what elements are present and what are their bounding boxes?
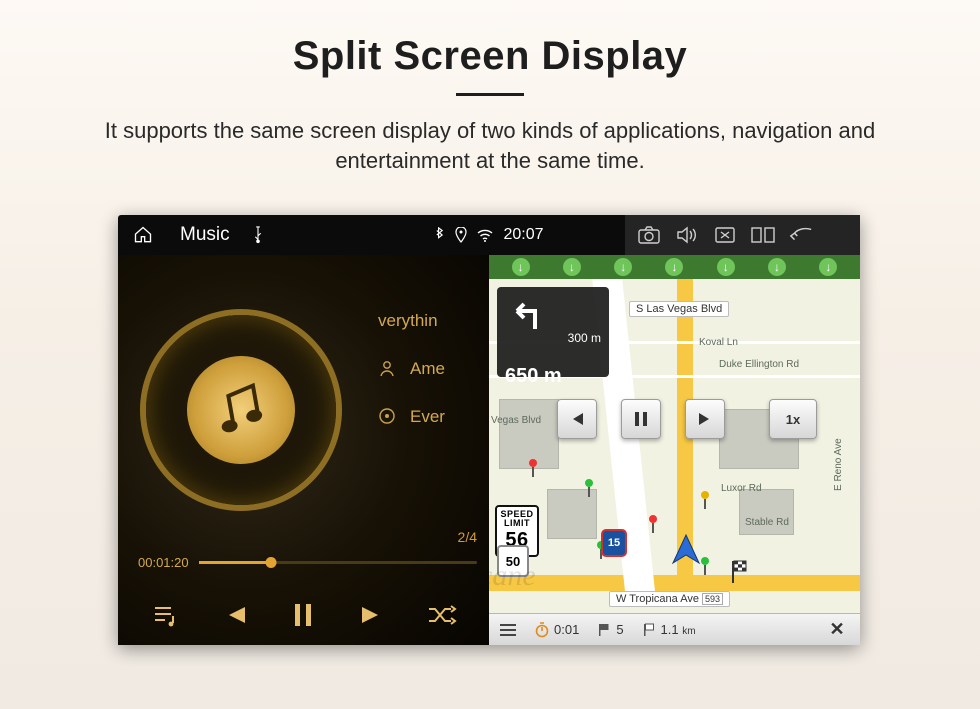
turn-left-icon (505, 293, 547, 333)
street-label: Vegas Blvd (491, 415, 541, 426)
bluetooth-icon (434, 227, 445, 243)
trip-time: 0:01 (535, 622, 579, 638)
sim-pause-button[interactable] (621, 399, 661, 439)
album-art (146, 315, 336, 505)
track-metadata: verythin Ame Ever (378, 311, 445, 427)
download-icon[interactable]: ↓ (717, 258, 735, 276)
app-title: Music (180, 224, 230, 246)
close-nav-icon[interactable]: ✕ (824, 619, 850, 641)
status-bar: Music 20:07 (118, 215, 860, 255)
menu-icon[interactable] (499, 623, 517, 637)
track-index: 2/4 (458, 529, 477, 545)
page-title: Split Screen Display (0, 0, 980, 79)
map-download-strip: ↓ ↓ ↓ ↓ ↓ ↓ ↓ (489, 255, 860, 279)
back-icon[interactable] (789, 224, 813, 246)
sim-restart-button[interactable] (557, 399, 597, 439)
track-album: Ever (410, 407, 445, 427)
track-artist: Ame (410, 359, 445, 379)
playlist-icon[interactable] (145, 595, 185, 635)
download-icon[interactable]: ↓ (614, 258, 632, 276)
map-canvas[interactable]: S Las Vegas Blvd Koval Ln Duke Ellington… (489, 279, 860, 613)
location-icon (455, 227, 467, 243)
home-icon[interactable] (132, 225, 154, 245)
download-icon[interactable]: ↓ (563, 258, 581, 276)
wifi-icon (477, 229, 493, 242)
close-app-icon[interactable] (713, 224, 737, 246)
sim-end-button[interactable] (685, 399, 725, 439)
destination-flag-icon (729, 559, 749, 583)
volume-icon[interactable] (675, 224, 699, 246)
download-icon[interactable]: ↓ (665, 258, 683, 276)
street-label: Duke Ellington Rd (719, 359, 799, 370)
system-buttons (625, 215, 860, 255)
street-label: S Las Vegas Blvd (629, 301, 729, 317)
music-controls (118, 595, 489, 635)
screenshot-icon[interactable] (637, 224, 661, 246)
next-icon[interactable] (353, 595, 393, 635)
flag-small-icon (597, 623, 611, 637)
vehicle-cursor-icon (669, 533, 703, 567)
page-subtitle: It supports the same screen display of t… (0, 96, 980, 175)
street-label: Luxor Rd (721, 483, 762, 494)
route-shield: 50 (497, 545, 529, 577)
interstate-shield: 15 (601, 529, 627, 557)
progress-row: 00:01:20 (138, 555, 477, 570)
turn-instruction: 300 m 650 m (497, 287, 609, 377)
stopwatch-icon (535, 622, 549, 638)
pause-icon[interactable] (283, 595, 323, 635)
turn-sub-distance: 300 m (505, 331, 601, 345)
sim-speed-button[interactable]: 1x (769, 399, 817, 439)
split-screen-icon[interactable] (751, 224, 775, 246)
clock: 20:07 (503, 226, 543, 244)
street-label: W Tropicana Ave 593 (609, 591, 730, 607)
navigation-panel: ↓ ↓ ↓ ↓ ↓ ↓ ↓ (489, 255, 860, 645)
dest-time: 5 (597, 622, 623, 637)
music-panel: verythin Ame Ever 2/4 00:01:20 (118, 255, 489, 645)
shuffle-icon[interactable] (422, 595, 462, 635)
track-title: verythin (378, 311, 438, 331)
previous-icon[interactable] (214, 595, 254, 635)
album-icon (378, 407, 398, 427)
usb-icon (252, 226, 264, 244)
seek-bar[interactable] (199, 561, 477, 564)
elapsed-time: 00:01:20 (138, 555, 189, 570)
music-note-icon (206, 375, 276, 445)
download-icon[interactable]: ↓ (819, 258, 837, 276)
street-label: Koval Ln (699, 337, 738, 348)
street-label: Stable Rd (745, 517, 789, 528)
download-icon[interactable]: ↓ (512, 258, 530, 276)
nav-bottom-bar: 0:01 5 1.1 km ✕ (489, 613, 860, 645)
device-screenshot: Music 20:07 (118, 215, 860, 645)
street-label: E Reno Ave (833, 438, 844, 491)
artist-icon (378, 359, 398, 379)
flag-small-icon (642, 623, 656, 637)
turn-main-distance: 650 m (505, 365, 601, 388)
trip-distance: 1.1 km (642, 622, 696, 637)
download-icon[interactable]: ↓ (768, 258, 786, 276)
